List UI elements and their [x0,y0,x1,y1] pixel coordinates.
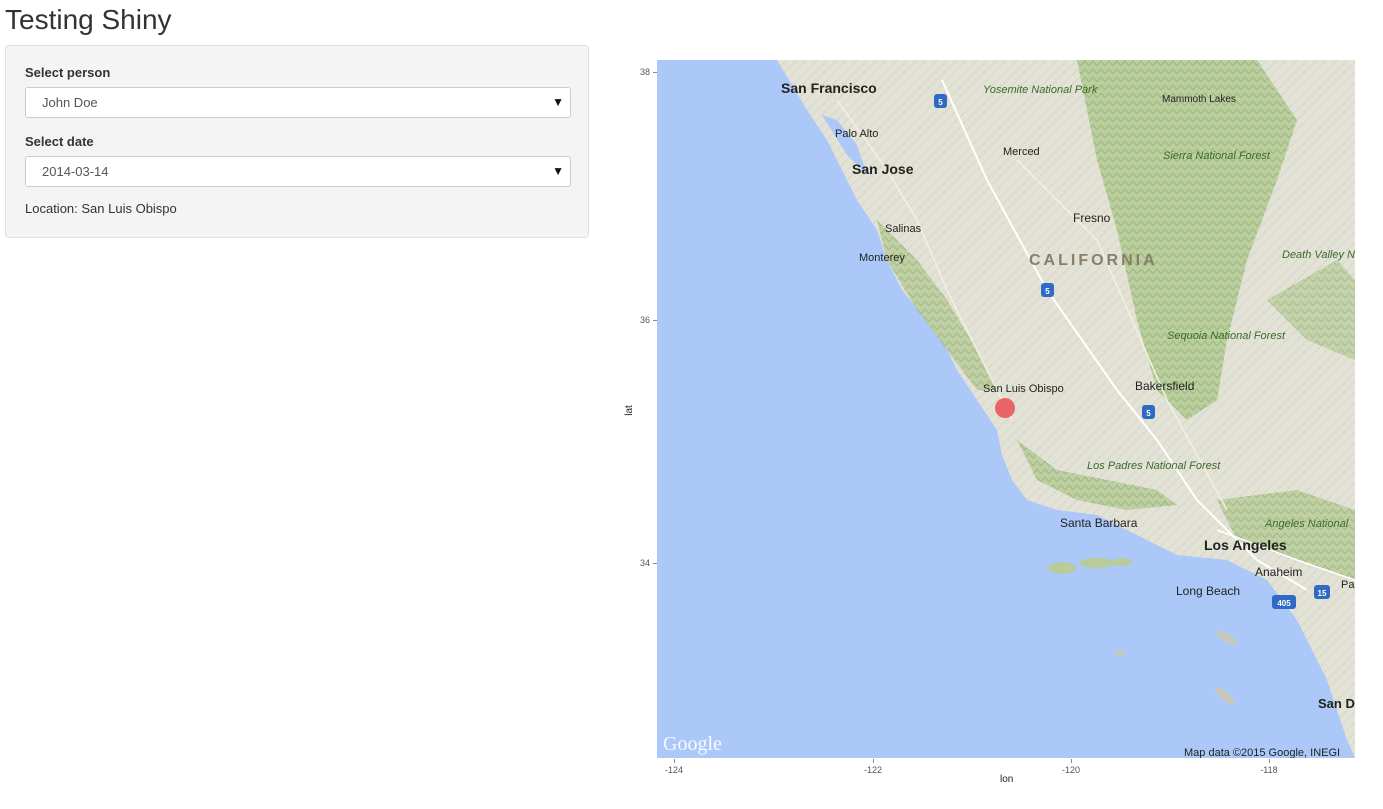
map-attribution: Map data ©2015 Google, INEGI [1184,747,1340,758]
dropdown-arrow-icon: ▼ [552,164,564,178]
map-label-palm: Pal [1341,579,1355,591]
map-label-santa-barbara: Santa Barbara [1060,516,1138,530]
map-label-los-padres: Los Padres National Forest [1087,460,1221,472]
location-marker [995,398,1015,418]
map-label-merced: Merced [1003,146,1040,158]
map-label-california: CALIFORNIA [1029,252,1158,269]
date-select-label: Select date [25,134,94,149]
map-label-sequoia: Sequoia National Forest [1167,330,1286,342]
map-label-death-valley: Death Valley National Park [1282,249,1355,261]
y-tick-label: 36 [639,315,650,325]
map-label-fresno: Fresno [1073,211,1111,225]
x-tick [674,759,675,763]
map-canvas[interactable]: San Francisco Palo Alto San Jose Merced … [657,60,1355,758]
map-label-salinas: Salinas [885,223,922,235]
x-tick-label: -122 [863,765,882,775]
x-tick [873,759,874,763]
map-label-angeles: Angeles National [1264,518,1349,530]
x-tick-label: -118 [1260,765,1278,775]
highway-shield-405: 405 [1277,599,1291,608]
y-axis-title: lat [623,405,635,416]
person-select[interactable]: John Doe ▼ [25,87,571,118]
page-title: Testing Shiny [5,4,172,35]
highway-shield-15: 15 [1318,589,1327,598]
date-select[interactable]: 2014-03-14 ▼ [25,156,571,187]
sidebar-panel: Select person John Doe ▼ Select date 201… [5,45,589,238]
location-text: Location: San Luis Obispo [25,201,177,216]
x-tick [1269,759,1270,763]
x-tick-label: -120 [1061,765,1080,775]
person-select-label: Select person [25,65,111,80]
dropdown-arrow-icon: ▼ [552,95,564,109]
google-logo: Google [663,733,722,755]
y-tick-label: 38 [639,67,650,77]
map-plot: lat 38 36 34 San Francisco Palo Alto San… [620,55,1380,795]
highway-shield-5: 5 [1146,409,1151,418]
map-label-sierra: Sierra National Forest [1163,150,1271,162]
map-label-mammoth: Mammoth Lakes [1162,94,1236,105]
x-tick-label: -124 [664,765,683,775]
map-label-palo-alto: Palo Alto [835,128,878,140]
map-graphic: San Francisco Palo Alto San Jose Merced … [657,60,1355,758]
map-label-monterey: Monterey [859,252,905,264]
map-label-yosemite: Yosemite National Park [983,84,1098,96]
person-select-value: John Doe [42,95,98,110]
map-label-los-angeles: Los Angeles [1204,537,1287,553]
map-label-slo: San Luis Obispo [983,383,1064,395]
x-axis-title: lon [1000,774,1014,785]
y-tick-label: 34 [639,558,650,568]
highway-shield-5: 5 [938,98,943,107]
map-label-long-beach: Long Beach [1176,584,1240,598]
map-label-san-diego: San D [1318,696,1355,711]
highway-shield-5: 5 [1045,287,1050,296]
map-label-san-jose: San Jose [852,161,914,177]
map-label-anaheim: Anaheim [1255,565,1302,579]
x-tick [1071,759,1072,763]
map-label-san-francisco: San Francisco [781,80,877,96]
map-label-bakersfield: Bakersfield [1135,379,1194,393]
date-select-value: 2014-03-14 [42,164,109,179]
